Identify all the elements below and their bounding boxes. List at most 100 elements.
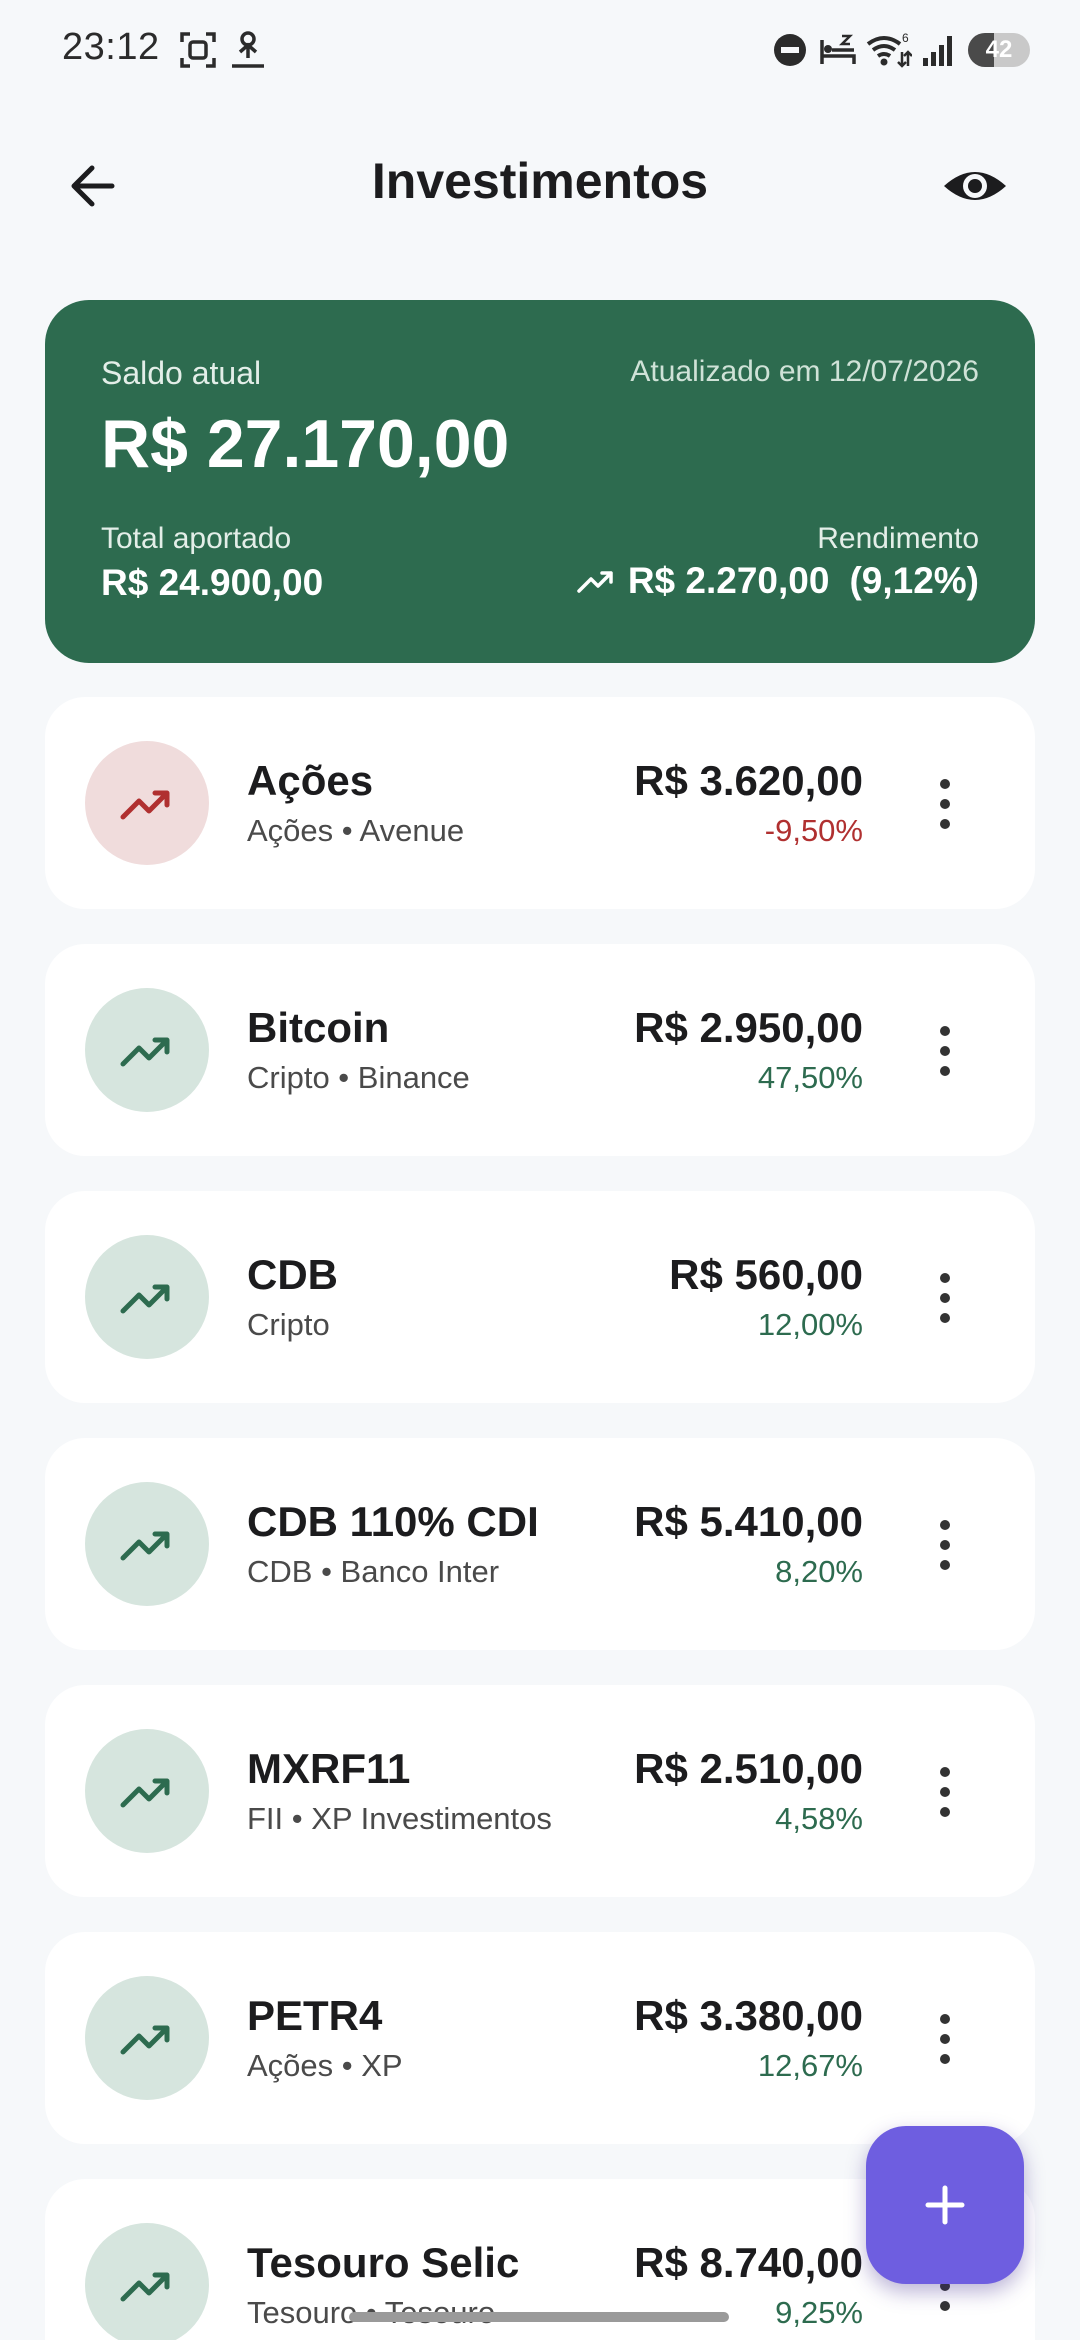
top-app-bar: Investimentos: [0, 130, 1080, 240]
more-vert-dot: [940, 1560, 950, 1570]
investment-avatar: [85, 741, 209, 865]
page-title: Investimentos: [371, 153, 709, 209]
total-invested-value: R$ 24.900,00: [101, 562, 324, 603]
investment-value: R$ 3.380,00: [634, 1992, 863, 2039]
svg-text:6: 6: [902, 31, 909, 45]
more-options-button[interactable]: [935, 1520, 955, 1570]
current-balance: R$ 27.170,00: [101, 406, 510, 482]
yield-row: R$ 2.270,00 (9,12%): [576, 560, 979, 602]
investment-avatar: [85, 1976, 209, 2100]
more-vert-dot: [940, 2034, 950, 2044]
plus-icon: [925, 2185, 965, 2225]
investment-return: 12,00%: [757, 1307, 863, 1342]
more-vert-dot: [940, 1807, 950, 1817]
investment-card[interactable]: CDB 110% CDI CDB • Banco Inter R$ 5.410,00…: [45, 1438, 1035, 1650]
wifi-icon: 6: [866, 31, 912, 68]
screen: 23:12 6 42 Investimentos Saldo atual Atu…: [0, 0, 1080, 2340]
investment-name: PETR4: [247, 1992, 383, 2039]
investment-value: R$ 2.950,00: [634, 1004, 863, 1051]
investment-subtitle: Cripto: [247, 1307, 330, 1342]
investment-name: CDB: [247, 1251, 338, 1298]
more-vert-icon: [940, 1273, 950, 1283]
updated-date: Atualizado em 12/07/2026: [630, 355, 979, 388]
more-vert-dot: [940, 819, 950, 829]
investment-name: Tesouro Selic: [247, 2239, 520, 2286]
more-options-button[interactable]: [935, 1026, 955, 1076]
trending-up-icon: [577, 571, 613, 593]
investment-return: -9,50%: [764, 813, 863, 848]
status-bar: 23:12 6 42: [0, 0, 1080, 100]
investment-return: 47,50%: [757, 1060, 863, 1095]
yield-label: Rendimento: [817, 522, 979, 555]
investment-return: 12,67%: [757, 2048, 863, 2083]
more-vert-icon: [940, 1520, 950, 1530]
more-vert-dot: [940, 1066, 950, 1076]
more-vert-icon: [940, 2014, 950, 2024]
more-vert-dot: [940, 1540, 950, 1550]
more-vert-dot: [940, 1787, 950, 1797]
investment-return: 9,25%: [775, 2295, 863, 2330]
more-vert-icon: [940, 779, 950, 789]
investment-subtitle: Ações • Avenue: [247, 813, 465, 848]
investment-subtitle: Cripto • Binance: [247, 1060, 470, 1095]
investment-name: CDB 110% CDI: [247, 1498, 539, 1545]
sleep-icon: [820, 34, 856, 64]
more-vert-dot: [940, 2054, 950, 2064]
toggle-visibility-button[interactable]: [940, 156, 1020, 216]
trending-up-icon: [120, 2025, 170, 2055]
investment-return: 4,58%: [775, 1801, 863, 1836]
trending-up-icon: [120, 1778, 170, 1808]
trending-up-icon: [120, 790, 170, 820]
more-vert-dot: [940, 1046, 950, 1056]
investment-avatar: [85, 2223, 209, 2340]
status-time: 23:12: [62, 26, 160, 68]
more-options-button[interactable]: [935, 779, 955, 829]
investment-value: R$ 560,00: [669, 1251, 863, 1298]
more-vert-dot: [940, 1293, 950, 1303]
investment-card[interactable]: Ações Ações • Avenue R$ 3.620,00 -9,50%: [45, 697, 1035, 909]
investment-card[interactable]: MXRF11 FII • XP Investimentos R$ 2.510,00 4…: [45, 1685, 1035, 1897]
investment-value: R$ 8.740,00: [634, 2239, 863, 2286]
investment-subtitle: CDB • Banco Inter: [247, 1554, 500, 1589]
more-vert-dot: [940, 799, 950, 809]
more-options-button[interactable]: [935, 1767, 955, 1817]
do-not-disturb-icon: [774, 34, 806, 66]
trending-up-icon: [120, 1531, 170, 1561]
investment-value: R$ 3.620,00: [634, 757, 863, 804]
investment-avatar: [85, 1235, 209, 1359]
more-vert-icon: [940, 1026, 950, 1036]
trending-up-icon: [120, 2272, 170, 2302]
more-vert-dot: [940, 2301, 950, 2311]
balance-label: Saldo atual: [101, 355, 262, 391]
home-indicator[interactable]: [349, 2312, 729, 2322]
more-options-button[interactable]: [935, 2014, 955, 2064]
investment-avatar: [85, 988, 209, 1112]
investment-subtitle: FII • XP Investimentos: [247, 1801, 552, 1836]
investment-name: Ações: [247, 757, 374, 804]
eye-icon: [944, 172, 1006, 200]
investment-value: R$ 5.410,00: [634, 1498, 863, 1545]
upload-icon: [232, 31, 264, 68]
more-vert-icon: [940, 1767, 950, 1777]
investment-card[interactable]: Bitcoin Cripto • Binance R$ 2.950,00 47,50%: [45, 944, 1035, 1156]
total-invested-label: Total aportado: [101, 522, 292, 555]
balance-summary-card: Saldo atual Atualizado em 12/07/2026 R$ …: [45, 300, 1035, 663]
investment-avatar: [85, 1482, 209, 1606]
investment-card[interactable]: CDB Cripto R$ 560,00 12,00%: [45, 1191, 1035, 1403]
trending-up-icon: [120, 1037, 170, 1067]
more-vert-dot: [940, 1313, 950, 1323]
add-investment-button[interactable]: [866, 2126, 1024, 2284]
yield-percent: (9,12%): [849, 560, 979, 601]
battery-level: 42: [985, 36, 1013, 63]
investment-name: Bitcoin: [247, 1004, 390, 1051]
signal-icon: [923, 36, 952, 66]
investment-card[interactable]: PETR4 Ações • XP R$ 3.380,00 12,67%: [45, 1932, 1035, 2144]
investment-return: 8,20%: [775, 1554, 863, 1589]
more-options-button[interactable]: [935, 1273, 955, 1323]
screenshot-icon: [180, 32, 216, 68]
investment-avatar: [85, 1729, 209, 1853]
yield-value: R$ 2.270,00: [627, 560, 830, 601]
investment-subtitle: Ações • XP: [247, 2048, 403, 2083]
battery-icon: 42: [968, 33, 1030, 67]
investment-value: R$ 2.510,00: [634, 1745, 863, 1792]
